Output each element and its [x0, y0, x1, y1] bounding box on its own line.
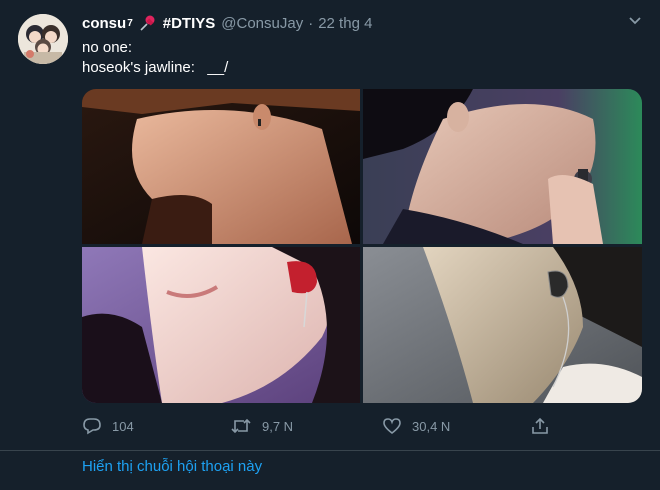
name-superscript: 7 — [127, 17, 133, 29]
tweet-actions: 104 9,7 N 30,4 N — [82, 412, 562, 440]
reply-icon — [83, 418, 101, 435]
retweet-icon — [231, 418, 251, 434]
pushpin-icon — [139, 14, 157, 32]
tweet-text: no one: hoseok's jawline: __/ — [82, 38, 228, 78]
reply-button[interactable]: 104 — [82, 412, 134, 440]
media-photo[interactable] — [363, 247, 642, 403]
tweet-header: consu 7 #DTIYS @ConsuJay · 22 thg 4 — [82, 12, 650, 34]
retweet-count: 9,7 N — [262, 418, 294, 434]
reply-count: 104 — [112, 418, 134, 434]
heart-icon — [383, 418, 401, 435]
media-photo[interactable] — [82, 247, 360, 403]
tweet-line: hoseok's jawline: __/ — [82, 59, 229, 76]
hashtag[interactable]: #DTIYS — [163, 15, 216, 32]
share-button[interactable] — [530, 412, 560, 440]
tweet-date[interactable]: 22 thg 4 — [318, 15, 372, 32]
chevron-down-icon[interactable] — [628, 16, 642, 26]
avatar-illustration — [18, 14, 68, 64]
like-button[interactable]: 30,4 N — [382, 412, 450, 440]
separator: · — [308, 14, 314, 32]
media-photo[interactable] — [82, 89, 360, 244]
media-photo[interactable] — [363, 89, 642, 244]
handle[interactable]: @ConsuJay — [221, 15, 303, 32]
share-icon — [532, 417, 548, 434]
tweet-line: no one: — [82, 39, 133, 56]
media-grid — [82, 89, 642, 403]
show-thread-link[interactable]: Hiển thị chuỗi hội thoại này — [82, 458, 262, 475]
retweet-button[interactable]: 9,7 N — [230, 412, 293, 440]
display-name[interactable]: consu — [82, 15, 126, 32]
like-count: 30,4 N — [412, 418, 451, 434]
tweet[interactable]: consu 7 #DTIYS @ConsuJay · 22 thg 4 no o… — [0, 0, 660, 450]
divider — [0, 450, 660, 451]
avatar[interactable] — [18, 14, 68, 64]
